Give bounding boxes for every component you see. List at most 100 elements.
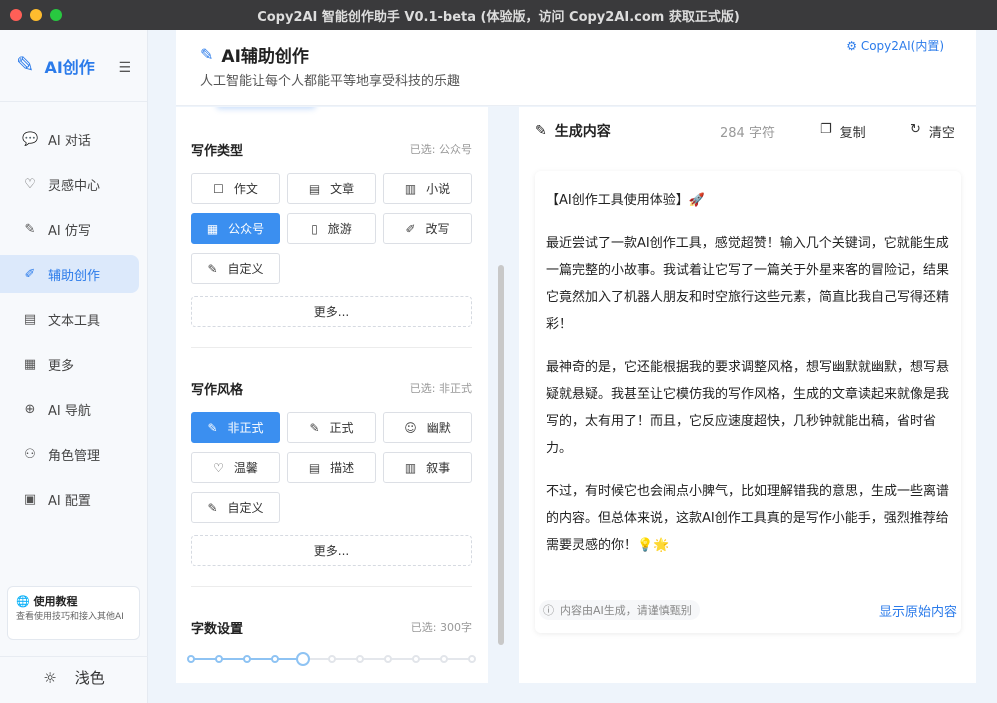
options-panel: 写作类型 已选: 公众号 ☐ 作文 ▤ 文章 ▥ 小说 ▦ 公众号 ▯ 旅游 ✐ 改写 ✎ 自… — [176, 107, 488, 683]
grid-icon: ▦ — [206, 221, 219, 236]
type-more-button[interactable]: 更多... — [191, 296, 472, 327]
brush-icon: ✐ — [24, 266, 36, 282]
word-count-section: 字数设置 已选: 300字 — [191, 617, 472, 637]
writing-type-selected: 已选: 公众号 — [409, 143, 472, 156]
collapse-sidebar-icon[interactable]: ☰ — [118, 60, 131, 76]
sidebar-item-ai-navigation[interactable]: ⊕ AI 导航 — [0, 390, 139, 428]
sidebar-item-label: 文本工具 — [48, 313, 101, 329]
style-more-button[interactable]: 更多... — [191, 535, 472, 566]
sidebar-item-inspiration[interactable]: ♡ 灵感中心 — [0, 165, 139, 203]
sidebar-item-label: AI 仿写 — [48, 223, 91, 239]
writing-type-section: 写作类型 已选: 公众号 ☐ 作文 ▤ 文章 ▥ 小说 ▦ 公众号 ▯ 旅游 ✐ 改写 ✎ 自… — [191, 139, 472, 327]
eraser-icon: ✐ — [405, 221, 416, 236]
sidebar-item-label: 更多 — [48, 358, 75, 374]
generated-content: 【AI创作工具使用体验】🚀 最近尝试了一款AI创作工具，感觉超赞！输入几个关键词… — [546, 187, 952, 575]
globe-icon: 🌐 — [16, 595, 30, 608]
type-option-travel[interactable]: ▯ 旅游 — [287, 213, 376, 244]
pen-icon: ✎ — [24, 221, 36, 237]
options-scrollbar[interactable] — [498, 265, 504, 645]
settings-icon: ▣ — [23, 491, 37, 507]
pen-icon: ✎ — [207, 500, 218, 515]
content-paragraph: 不过，有时候它也会闹点小脾气，比如理解错我的意思，生成一些离谱的内容。但总体来说… — [546, 484, 950, 553]
info-icon: ⓘ — [543, 604, 554, 617]
slider-step[interactable] — [243, 655, 252, 663]
type-option-rewrite[interactable]: ✐ 改写 — [383, 213, 472, 244]
content-paragraph: 最神奇的是，它还能根据我的要求调整风格，想写幽默就幽默，想写悬疑就悬疑。我甚至让… — [546, 360, 950, 456]
content-paragraph: 【AI创作工具使用体验】🚀 — [546, 193, 705, 208]
section-divider — [191, 586, 472, 587]
type-option-custom[interactable]: ✎ 自定义 — [191, 253, 280, 284]
slider-step[interactable] — [327, 655, 336, 663]
globe-icon: ⊕ — [24, 401, 36, 417]
heart-icon: ♡ — [213, 460, 224, 475]
sun-icon: ☼ — [43, 668, 57, 687]
sidebar-item-ai-chat[interactable]: 💬 AI 对话 — [0, 120, 139, 158]
pen-icon: ✎ — [207, 420, 218, 435]
users-icon: ⚇ — [24, 446, 36, 462]
style-option-warm[interactable]: ♡ 温馨 — [191, 452, 280, 483]
slider-step[interactable] — [468, 655, 476, 663]
window-title: Copy2AI 智能创作助手 V0.1-beta (体验版，访问 Copy2AI… — [257, 9, 740, 25]
gear-icon: ⚙ — [846, 39, 857, 53]
maximize-window-button[interactable] — [50, 9, 62, 21]
copy-icon: ❐ — [820, 121, 832, 137]
copy-button[interactable]: ❐ 复制 — [820, 122, 866, 141]
output-panel: ✎ 生成内容 284 字符 ❐ 复制 ↻ 清空 【AI创作工具使用体验】🚀 最近… — [519, 107, 976, 683]
window-controls — [10, 9, 62, 21]
slider-thumb[interactable] — [296, 652, 311, 666]
show-original-link[interactable]: 显示原始内容 — [879, 601, 957, 620]
word-count-slider[interactable] — [187, 652, 476, 666]
sidebar-item-ai-config[interactable]: ▣ AI 配置 — [0, 480, 139, 518]
minimize-window-button[interactable] — [30, 9, 42, 21]
style-option-custom[interactable]: ✎ 自定义 — [191, 492, 280, 523]
sidebar-item-label: 角色管理 — [48, 448, 101, 464]
close-window-button[interactable] — [10, 9, 22, 21]
style-option-informal[interactable]: ✎ 非正式 — [191, 412, 280, 443]
pen-icon: ✎ — [309, 420, 320, 435]
tutorial-subtitle: 查看使用技巧和接入其他AI — [16, 612, 124, 622]
slider-step[interactable] — [187, 655, 195, 663]
type-option-wechat[interactable]: ▦ 公众号 — [191, 213, 280, 244]
slider-step[interactable] — [355, 655, 364, 663]
app-logo: ✎ AI创作 ☰ — [0, 30, 147, 102]
sidebar-item-more[interactable]: ▦ 更多 — [0, 345, 139, 383]
sidebar-item-label: AI 对话 — [48, 133, 91, 149]
slider-step[interactable] — [411, 655, 420, 663]
character-count: 284 字符 — [720, 125, 775, 141]
output-title: ✎ 生成内容 — [535, 123, 611, 140]
type-option-article[interactable]: ▤ 文章 — [287, 173, 376, 204]
writing-type-title: 写作类型 — [191, 143, 244, 159]
sidebar-item-label: 灵感中心 — [48, 178, 101, 194]
sidebar-item-text-tools[interactable]: ▤ 文本工具 — [0, 300, 139, 338]
word-count-selected: 已选: 300字 — [410, 621, 472, 634]
slider-step[interactable] — [383, 655, 392, 663]
style-option-humor[interactable]: ☺ 幽默 — [383, 412, 472, 443]
content-footer: ⓘ 内容由AI生成，请谨慎甄别 显示原始内容 — [539, 599, 957, 621]
model-selector[interactable]: ⚙ Copy2AI(内置) — [846, 37, 944, 54]
slider-step[interactable] — [439, 655, 448, 663]
tutorial-card[interactable]: 🌐 使用教程 查看使用技巧和接入其他AI — [7, 586, 140, 640]
logo-text: AI创作 — [44, 57, 95, 77]
style-option-narrative[interactable]: ▥ 叙事 — [383, 452, 472, 483]
sidebar-item-assist-writing[interactable]: ✐ 辅助创作 — [0, 255, 139, 293]
style-option-descriptive[interactable]: ▤ 描述 — [287, 452, 376, 483]
pen-icon: ✎ — [200, 45, 214, 64]
theme-toggle[interactable]: ☼ 浅色 — [0, 656, 148, 692]
pen-icon: ✎ — [207, 261, 218, 276]
slider-step[interactable] — [215, 655, 224, 663]
writing-style-title: 写作风格 — [191, 382, 244, 398]
clear-button[interactable]: ↻ 清空 — [910, 122, 955, 141]
file-icon: ▤ — [308, 181, 321, 196]
sidebar: ✎ AI创作 ☰ 💬 AI 对话 ♡ 灵感中心 ✎ AI 仿写 ✐ 辅助创作 ▤… — [0, 30, 148, 703]
style-option-formal[interactable]: ✎ 正式 — [287, 412, 376, 443]
book-icon: ▥ — [404, 460, 417, 475]
type-option-essay[interactable]: ☐ 作文 — [191, 173, 280, 204]
slider-step[interactable] — [271, 655, 280, 663]
output-toolbar: ✎ 生成内容 284 字符 ❐ 复制 ↻ 清空 — [535, 121, 965, 141]
writing-style-selected: 已选: 非正式 — [409, 382, 472, 395]
type-option-novel[interactable]: ▥ 小说 — [383, 173, 472, 204]
section-divider — [191, 347, 472, 348]
smile-icon: ☺ — [404, 420, 417, 435]
sidebar-item-role-management[interactable]: ⚇ 角色管理 — [0, 435, 139, 473]
sidebar-item-imitate[interactable]: ✎ AI 仿写 — [0, 210, 139, 248]
